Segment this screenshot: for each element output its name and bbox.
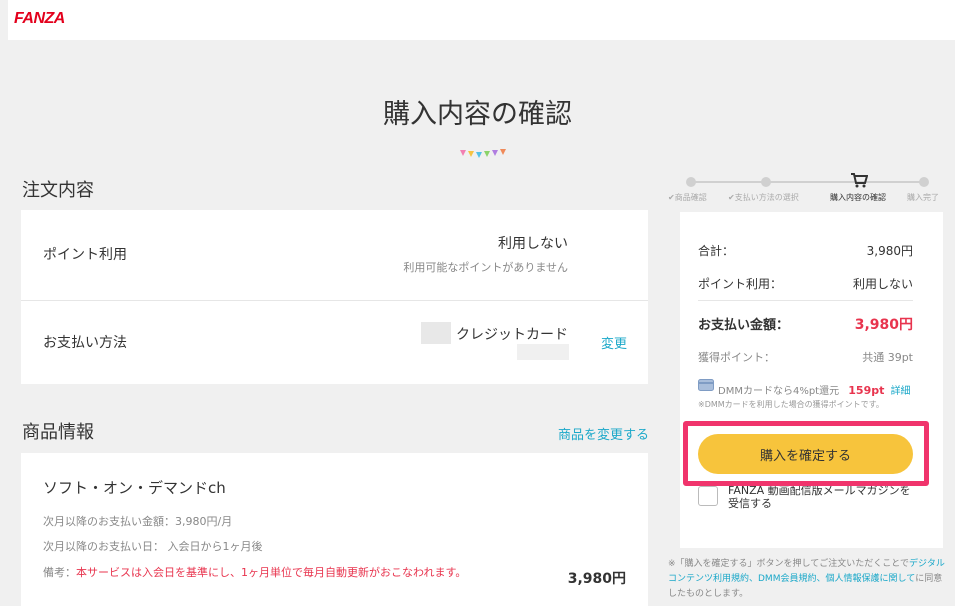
payment-method-label: お支払い方法: [43, 335, 127, 351]
point-usage-note: 利用可能なポイントがありません: [403, 261, 568, 274]
total-row: 合計： 3,980円: [698, 242, 913, 259]
earn-label: 獲得ポイント：: [698, 351, 775, 364]
check-icon: ✔: [728, 193, 735, 202]
next-date: 次月以降のお支払い日： 入会日から1ヶ月後: [43, 540, 263, 553]
order-section-title: 注文内容: [22, 180, 94, 201]
summary-panel: 合計： 3,980円 ポイント利用： 利用しない お支払い金額： 3,980円 …: [680, 212, 943, 548]
progress-stepper: ✔商品確認 ✔支払い方法の選択 購入内容の確認 購入完了: [668, 170, 948, 210]
newsletter-checkbox[interactable]: [698, 486, 718, 506]
page-title: 購入内容の確認: [383, 99, 572, 130]
fanza-logo[interactable]: FANZA: [14, 10, 65, 28]
card-promo-text: DMMカードなら4%pt還元: [718, 386, 840, 397]
step-label-1: ✔商品確認: [668, 193, 707, 202]
terms-note: ※「購入を確定する」ボタンを押してご注文いただくことでデジタルコンテンツ利用規約…: [668, 557, 948, 602]
earn-row: 獲得ポイント： 共通 39pt: [698, 349, 913, 365]
card-points: 159pt: [848, 384, 885, 397]
card-promo: DMMカードなら4%pt還元 159pt 詳細: [718, 382, 911, 397]
note: 備考：本サービスは入会日を基準にし、1ヶ月単位で毎月自動更新がおこなわれます。: [43, 564, 466, 580]
change-product-link[interactable]: 商品を変更する: [558, 424, 649, 443]
step-dot-2: [761, 177, 771, 187]
divider: [21, 300, 648, 301]
pay-row: お支払い金額： 3,980円: [698, 314, 913, 334]
terms-prefix: ※「購入を確定する」ボタンを押してご注文いただくことで: [668, 559, 910, 569]
point-usage-label: ポイント利用: [43, 247, 127, 263]
product-panel: ソフト・オン・デマンドch 次月以降のお支払い金額：3,980円/月 次月以降の…: [21, 453, 648, 606]
product-section-title: 商品情報: [22, 422, 94, 443]
product-name: ソフト・オン・デマンドch: [43, 479, 226, 497]
step-dot-1: [686, 177, 696, 187]
earn-value: 共通 39pt: [862, 351, 913, 364]
highlight-box: [683, 421, 929, 486]
top-bar: [8, 0, 955, 40]
summary-point-row: ポイント利用： 利用しない: [698, 275, 913, 292]
step-label-4: 購入完了: [907, 193, 939, 202]
payment-change-link[interactable]: 変更: [601, 333, 627, 352]
divider: [698, 300, 913, 301]
next-amount: 次月以降のお支払い金額：3,980円/月: [43, 515, 233, 528]
check-icon: ✔: [668, 193, 675, 202]
step-label-2: ✔支払い方法の選択: [728, 193, 799, 202]
summary-point-value: 利用しない: [852, 277, 913, 291]
pay-value: 3,980円: [854, 317, 913, 333]
total-value: 3,980円: [866, 244, 913, 258]
stepper-line: [690, 181, 924, 183]
product-price: 3,980円: [567, 571, 626, 587]
newsletter-label: FANZA 動画配信版メールマガジンを受信する: [728, 484, 911, 510]
payment-method-value: クレジットカード: [456, 327, 568, 343]
card-detail-link[interactable]: 詳細: [891, 386, 911, 397]
card-brand-logo: [421, 322, 451, 344]
note-text: 本サービスは入会日を基準にし、1ヶ月単位で毎月自動更新がおこなわれます。: [76, 566, 467, 579]
card-note: ※DMMカードを利用した場合の獲得ポイントです。: [698, 400, 884, 409]
card-icon: [698, 379, 714, 391]
cart-icon: [851, 173, 868, 188]
point-usage-value: 利用しない: [498, 236, 568, 252]
order-panel: ポイント利用 利用しない 利用可能なポイントがありません お支払い方法 クレジッ…: [21, 210, 648, 384]
decoration-icon: [460, 149, 506, 158]
total-label: 合計：: [698, 244, 735, 258]
step-dot-4: [919, 177, 929, 187]
pay-label: お支払い金額：: [698, 318, 790, 333]
note-label: 備考：: [43, 566, 76, 579]
card-number-masked: [517, 344, 569, 360]
summary-point-label: ポイント利用：: [698, 277, 783, 291]
step-label-3: 購入内容の確認: [830, 193, 886, 202]
